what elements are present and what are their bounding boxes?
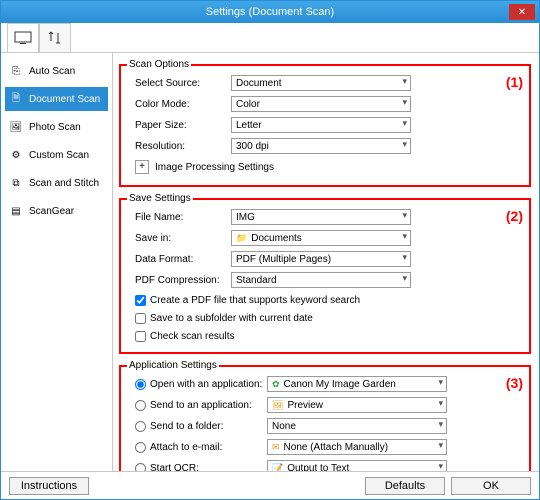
defaults-button[interactable]: Defaults (365, 477, 445, 495)
select-open-app[interactable]: ✿ Canon My Image Garden (267, 376, 447, 392)
input-file-name[interactable]: IMG (231, 209, 411, 225)
select-email[interactable]: ✉ None (Attach Manually) (267, 439, 447, 455)
label-resolution: Resolution: (127, 141, 231, 152)
scangear-icon: ▤ (9, 204, 23, 218)
preview-icon: 🖼 (272, 400, 283, 411)
checkbox-subfolder[interactable] (135, 313, 146, 324)
radio-open-with-app[interactable]: Open with an application: (127, 379, 267, 390)
bottom-bar: Instructions Defaults OK (1, 471, 539, 499)
toolbar (1, 23, 539, 53)
select-pdf-compression[interactable]: Standard (231, 272, 411, 288)
sidebar-item-label: Auto Scan (29, 66, 75, 77)
mail-icon: ✉ (272, 442, 280, 453)
section-scan-options: Scan Options (1) Select Source: Document… (119, 59, 531, 187)
label-pdf-keyword: Create a PDF file that supports keyword … (150, 295, 360, 306)
select-ocr[interactable]: 📝 Output to Text (267, 460, 447, 471)
section-save-settings: Save Settings (2) File Name: IMG Save in… (119, 193, 531, 354)
sidebar-item-label: Document Scan (29, 94, 100, 105)
label-data-format: Data Format: (127, 254, 231, 265)
instructions-button[interactable]: Instructions (9, 477, 89, 495)
settings-window: Settings (Document Scan) ✕ ⎘ Auto Scan 🗎… (0, 0, 540, 500)
select-data-format[interactable]: PDF (Multiple Pages) (231, 251, 411, 267)
text-icon: 📝 (272, 463, 283, 472)
auto-scan-icon: ⎘ (9, 64, 23, 78)
section-number: (2) (506, 208, 523, 224)
window-title: Settings (Document Scan) (206, 6, 334, 18)
tab-scan-settings[interactable] (7, 23, 39, 52)
stitch-icon: ⧉ (9, 176, 23, 190)
radio-send-to-app[interactable]: Send to an application: (127, 400, 267, 411)
document-scan-icon: 🗎 (9, 92, 23, 106)
label-pdf-compression: PDF Compression: (127, 275, 231, 286)
sidebar-item-scangear[interactable]: ▤ ScanGear (5, 199, 108, 223)
sidebar-item-label: Photo Scan (29, 122, 81, 133)
main-content: Scan Options (1) Select Source: Document… (113, 53, 539, 471)
select-color-mode[interactable]: Color (231, 96, 411, 112)
sidebar: ⎘ Auto Scan 🗎 Document Scan 🖼 Photo Scan… (1, 53, 113, 471)
tab-preferences[interactable] (39, 23, 71, 52)
checkbox-pdf-keyword[interactable] (135, 295, 146, 306)
sidebar-item-label: Scan and Stitch (29, 178, 99, 189)
label-save-in: Save in: (127, 233, 231, 244)
sidebar-item-label: Custom Scan (29, 150, 89, 161)
section-number: (1) (506, 74, 523, 90)
select-save-in[interactable]: 📁 Documents (231, 230, 411, 246)
label-paper-size: Paper Size: (127, 120, 231, 131)
sidebar-item-label: ScanGear (29, 206, 74, 217)
sidebar-item-document-scan[interactable]: 🗎 Document Scan (5, 87, 108, 111)
section-legend: Application Settings (127, 360, 219, 371)
select-resolution[interactable]: 300 dpi (231, 138, 411, 154)
expand-image-processing[interactable]: + (135, 160, 149, 174)
label-image-processing: Image Processing Settings (155, 162, 274, 173)
sidebar-item-photo-scan[interactable]: 🖼 Photo Scan (5, 115, 108, 139)
app-icon: ✿ (272, 379, 280, 390)
section-number: (3) (506, 375, 523, 391)
sidebar-item-scan-and-stitch[interactable]: ⧉ Scan and Stitch (5, 171, 108, 195)
select-send-folder[interactable]: None (267, 418, 447, 434)
photo-scan-icon: 🖼 (9, 120, 23, 134)
label-subfolder: Save to a subfolder with current date (150, 313, 313, 324)
select-source[interactable]: Document (231, 75, 411, 91)
label-check-results: Check scan results (150, 331, 234, 342)
sidebar-item-custom-scan[interactable]: ⚙ Custom Scan (5, 143, 108, 167)
select-paper-size[interactable]: Letter (231, 117, 411, 133)
section-legend: Save Settings (127, 193, 193, 204)
label-color-mode: Color Mode: (127, 99, 231, 110)
label-select-source: Select Source: (127, 78, 231, 89)
folder-icon: 📁 (236, 233, 247, 244)
select-send-app[interactable]: 🖼 Preview (267, 397, 447, 413)
radio-start-ocr[interactable]: Start OCR: (127, 463, 267, 472)
radio-send-to-folder[interactable]: Send to a folder: (127, 421, 267, 432)
titlebar: Settings (Document Scan) ✕ (1, 1, 539, 23)
ok-button[interactable]: OK (451, 477, 531, 495)
section-legend: Scan Options (127, 59, 191, 70)
section-application-settings: Application Settings (3) Open with an ap… (119, 360, 531, 471)
label-file-name: File Name: (127, 212, 231, 223)
custom-scan-icon: ⚙ (9, 148, 23, 162)
sidebar-item-auto-scan[interactable]: ⎘ Auto Scan (5, 59, 108, 83)
close-button[interactable]: ✕ (509, 4, 535, 20)
radio-attach-email[interactable]: Attach to e-mail: (127, 442, 267, 453)
checkbox-check-results[interactable] (135, 331, 146, 342)
